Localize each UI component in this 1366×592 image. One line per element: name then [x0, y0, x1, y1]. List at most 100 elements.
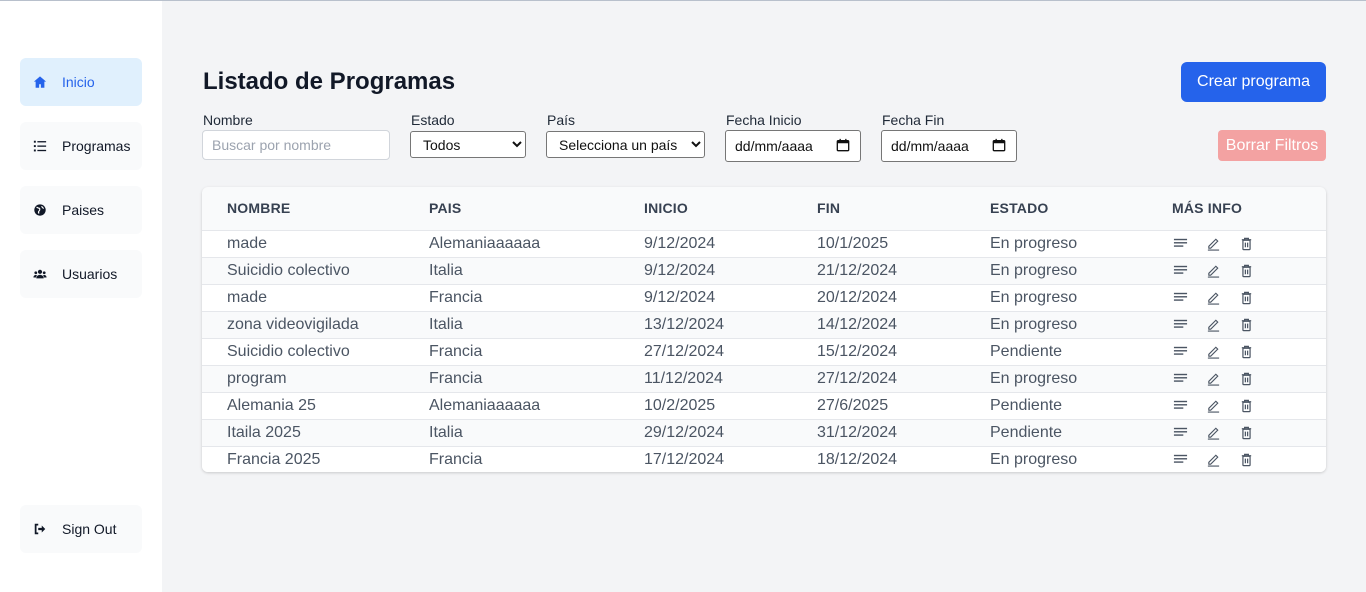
details-icon[interactable]	[1172, 263, 1188, 279]
cell-estado: En progreso	[990, 364, 1172, 392]
table-header-row: NOMBRE PAIS INICIO FIN ESTADO MÁS INFO	[202, 187, 1326, 230]
cell-estado: Pendiente	[990, 391, 1172, 419]
table-row: Francia 2025 Francia 17/12/2024 18/12/2024 E…	[202, 445, 1326, 472]
sign-out-button[interactable]: Sign Out	[20, 505, 142, 553]
fecha-inicio-input[interactable]: dd/mm/aaaa	[725, 130, 861, 162]
cell-fin: 27/12/2024	[817, 364, 990, 392]
cell-pais: Italia	[429, 256, 644, 284]
pais-select[interactable]: Selecciona un país	[546, 131, 705, 158]
column-header-pais: PAIS	[429, 200, 462, 217]
cell-estado: En progreso	[990, 229, 1172, 257]
details-icon[interactable]	[1172, 371, 1188, 387]
details-icon[interactable]	[1172, 236, 1188, 252]
trash-icon[interactable]	[1238, 317, 1254, 333]
users-icon	[32, 266, 48, 282]
fecha-fin-input[interactable]: dd/mm/aaaa	[881, 130, 1017, 162]
estado-select[interactable]: Todos	[410, 131, 526, 158]
trash-icon[interactable]	[1238, 452, 1254, 468]
sign-out-label: Sign Out	[62, 521, 117, 537]
sign-out-icon	[32, 521, 48, 537]
details-icon[interactable]	[1172, 452, 1188, 468]
create-program-button[interactable]: Crear programa	[1181, 62, 1326, 102]
home-icon	[32, 74, 48, 90]
cell-pais: Francia	[429, 337, 644, 365]
details-icon[interactable]	[1172, 425, 1188, 441]
details-icon[interactable]	[1172, 290, 1188, 306]
cell-nombre: made	[227, 283, 429, 311]
trash-icon[interactable]	[1238, 425, 1254, 441]
edit-icon[interactable]	[1205, 452, 1221, 468]
details-icon[interactable]	[1172, 317, 1188, 333]
cell-estado: Pendiente	[990, 337, 1172, 365]
cell-nombre: Alemania 25	[227, 391, 429, 419]
pais-label: País	[547, 112, 576, 128]
cell-actions	[1172, 310, 1326, 338]
table-row: made Alemaniaaaaaa 9/12/2024 10/1/2025 En pr…	[202, 229, 1326, 257]
fecha-fin-label: Fecha Fin	[882, 112, 945, 128]
main-content: Listado de Programas Crear programa Nomb…	[162, 1, 1366, 592]
sidebar-item-usuarios[interactable]: Usuarios	[20, 250, 142, 298]
cell-pais: Alemaniaaaaaa	[429, 229, 644, 257]
globe-icon	[32, 202, 48, 218]
nombre-label: Nombre	[203, 112, 253, 128]
cell-inicio: 10/2/2025	[644, 391, 817, 419]
edit-icon[interactable]	[1205, 290, 1221, 306]
column-header-inicio: INICIO	[644, 200, 688, 217]
cell-pais: Francia	[429, 283, 644, 311]
calendar-icon[interactable]	[992, 138, 1006, 155]
cell-fin: 20/12/2024	[817, 283, 990, 311]
trash-icon[interactable]	[1238, 371, 1254, 387]
trash-icon[interactable]	[1238, 290, 1254, 306]
trash-icon[interactable]	[1238, 236, 1254, 252]
sidebar-item-programas[interactable]: Programas	[20, 122, 142, 170]
cell-actions	[1172, 418, 1326, 446]
sidebar-item-paises[interactable]: Paises	[20, 186, 142, 234]
calendar-icon[interactable]	[836, 138, 850, 155]
trash-icon[interactable]	[1238, 344, 1254, 360]
cell-actions	[1172, 445, 1326, 472]
column-header-nombre: NOMBRE	[227, 200, 291, 217]
details-icon[interactable]	[1172, 398, 1188, 414]
details-icon[interactable]	[1172, 344, 1188, 360]
cell-fin: 10/1/2025	[817, 229, 990, 257]
edit-icon[interactable]	[1205, 317, 1221, 333]
edit-icon[interactable]	[1205, 425, 1221, 441]
search-name-input[interactable]	[202, 130, 390, 160]
trash-icon[interactable]	[1238, 263, 1254, 279]
cell-estado: En progreso	[990, 310, 1172, 338]
edit-icon[interactable]	[1205, 236, 1221, 252]
edit-icon[interactable]	[1205, 263, 1221, 279]
clear-filters-button[interactable]: Borrar Filtros	[1218, 130, 1326, 161]
cell-pais: Francia	[429, 445, 644, 472]
cell-estado: En progreso	[990, 445, 1172, 472]
cell-pais: Italia	[429, 418, 644, 446]
fecha-inicio-label: Fecha Inicio	[726, 112, 802, 128]
table-row: made Francia 9/12/2024 20/12/2024 En progres…	[202, 283, 1326, 311]
cell-nombre: Itaila 2025	[227, 418, 429, 446]
cell-inicio: 17/12/2024	[644, 445, 817, 472]
cell-nombre: Suicidio colectivo	[227, 337, 429, 365]
cell-actions	[1172, 256, 1326, 284]
table-row: Suicidio colectivo Italia 9/12/2024 21/12/2…	[202, 256, 1326, 284]
sidebar-item-label: Paises	[62, 202, 105, 218]
column-header-estado: ESTADO	[990, 200, 1049, 217]
cell-actions	[1172, 364, 1326, 392]
cell-inicio: 13/12/2024	[644, 310, 817, 338]
table-row: program Francia 11/12/2024 27/12/2024 En pro…	[202, 364, 1326, 392]
cell-inicio: 9/12/2024	[644, 256, 817, 284]
cell-actions	[1172, 337, 1326, 365]
cell-estado: En progreso	[990, 256, 1172, 284]
cell-estado: Pendiente	[990, 418, 1172, 446]
cell-fin: 21/12/2024	[817, 256, 990, 284]
edit-icon[interactable]	[1205, 371, 1221, 387]
cell-fin: 31/12/2024	[817, 418, 990, 446]
edit-icon[interactable]	[1205, 344, 1221, 360]
fecha-fin-value: dd/mm/aaaa	[891, 138, 969, 154]
table-row: Suicidio colectivo Francia 27/12/2024 15/12…	[202, 337, 1326, 365]
edit-icon[interactable]	[1205, 398, 1221, 414]
cell-inicio: 11/12/2024	[644, 364, 817, 392]
sidebar-item-inicio[interactable]: Inicio	[20, 58, 142, 106]
table-row: Itaila 2025 Italia 29/12/2024 31/12/2024 Pen…	[202, 418, 1326, 446]
table-row: zona videovigilada Italia 13/12/2024 14/12/…	[202, 310, 1326, 338]
trash-icon[interactable]	[1238, 398, 1254, 414]
